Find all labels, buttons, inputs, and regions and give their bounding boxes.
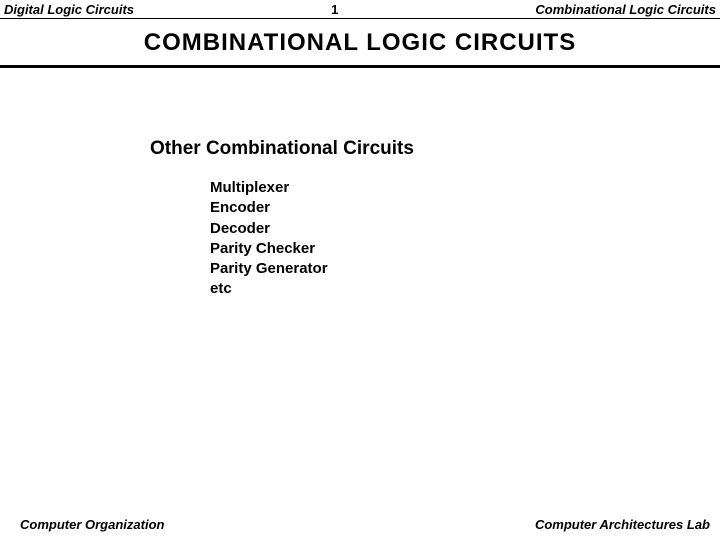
header-left: Digital Logic Circuits — [4, 2, 134, 17]
list-item: etc — [210, 279, 720, 299]
section-heading: Other Combinational Circuits — [150, 138, 720, 160]
header-right: Combinational Logic Circuits — [535, 2, 716, 17]
header-divider — [0, 18, 720, 19]
content-area: Other Combinational Circuits Multiplexer… — [0, 68, 720, 300]
list-item: Parity Checker — [210, 239, 720, 259]
footer-left: Computer Organization — [20, 517, 164, 532]
item-list: Multiplexer Encoder Decoder Parity Check… — [150, 178, 720, 300]
list-item: Parity Generator — [210, 259, 720, 279]
list-item: Decoder — [210, 219, 720, 239]
header-page-number: 1 — [331, 2, 338, 17]
list-item: Encoder — [210, 198, 720, 218]
footer-row: Computer Organization Computer Architect… — [0, 517, 720, 532]
list-item: Multiplexer — [210, 178, 720, 198]
footer-right: Computer Architectures Lab — [535, 517, 710, 532]
header-row: Digital Logic Circuits 1 Combinational L… — [0, 0, 720, 17]
slide-title: COMBINATIONAL LOGIC CIRCUITS — [0, 29, 720, 57]
